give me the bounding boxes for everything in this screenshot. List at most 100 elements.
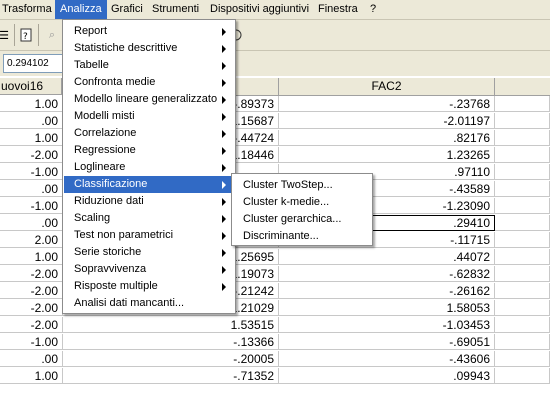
menu-item[interactable]: Sopravvivenza	[64, 261, 234, 278]
table-cell[interactable]	[495, 215, 550, 231]
table-cell[interactable]: 1.00	[0, 249, 63, 265]
menu-item[interactable]: Classificazione	[64, 176, 234, 193]
table-cell[interactable]: -2.00	[0, 300, 63, 316]
table-cell[interactable]: -1.00	[0, 198, 63, 214]
menu-item[interactable]: Test non parametrici	[64, 227, 234, 244]
table-cell[interactable]: 1.23265	[279, 147, 495, 163]
menu-item-label: Correlazione	[74, 127, 137, 139]
table-cell[interactable]: .00	[0, 215, 63, 231]
menu-item[interactable]: Correlazione	[64, 125, 234, 142]
menu-grafici[interactable]: Grafici	[106, 0, 148, 19]
table-cell[interactable]	[495, 334, 550, 350]
menu-item[interactable]: Risposte multiple	[64, 278, 234, 295]
submenu-arrow-icon	[222, 249, 226, 257]
table-cell[interactable]: -.43606	[279, 351, 495, 367]
menu-item-label: Modelli misti	[74, 110, 135, 122]
table-cell[interactable]	[495, 351, 550, 367]
table-cell[interactable]	[495, 181, 550, 197]
table-cell[interactable]: -2.00	[0, 147, 63, 163]
table-cell[interactable]: -.62832	[279, 266, 495, 282]
menu-item[interactable]: Riduzione dati	[64, 193, 234, 210]
menu-item-label: Tabelle	[74, 59, 109, 71]
menu-item[interactable]: Regressione	[64, 142, 234, 159]
table-cell[interactable]: -.26162	[279, 283, 495, 299]
submenu-item[interactable]: Cluster TwoStep...	[233, 177, 371, 194]
table-cell[interactable]: 1.00	[0, 130, 63, 146]
menu-help[interactable]: ?	[365, 0, 381, 19]
list-icon[interactable]: ☰	[0, 25, 14, 45]
table-cell[interactable]: -.20005	[63, 351, 279, 367]
table-cell[interactable]	[495, 300, 550, 316]
table-cell[interactable]	[495, 113, 550, 129]
menu-finestra[interactable]: Finestra	[313, 0, 363, 19]
table-cell[interactable]	[495, 266, 550, 282]
menu-dispositivi-aggiuntivi[interactable]: Dispositivi aggiuntivi	[205, 0, 314, 19]
table-cell[interactable]	[495, 147, 550, 163]
find-icon[interactable]: ⌕	[42, 25, 62, 45]
table-cell[interactable]	[495, 96, 550, 112]
menu-item[interactable]: Statistiche descrittive	[64, 40, 234, 57]
table-cell[interactable]: -1.00	[0, 164, 63, 180]
menu-trasforma[interactable]: Trasforma	[0, 0, 57, 19]
table-cell[interactable]: 1.00	[0, 96, 63, 112]
menu-strumenti[interactable]: Strumenti	[147, 0, 204, 19]
menu-item-label: Modello lineare generalizzato	[74, 93, 218, 105]
table-cell[interactable]: -2.01197	[279, 113, 495, 129]
menu-item-label: Sopravvivenza	[74, 263, 147, 275]
table-cell[interactable]: -.23768	[279, 96, 495, 112]
table-cell[interactable]: -1.03453	[279, 317, 495, 333]
table-cell[interactable]	[495, 130, 550, 146]
submenu-arrow-icon	[222, 147, 226, 155]
table-cell[interactable]: .82176	[279, 130, 495, 146]
table-cell[interactable]: .00	[0, 181, 63, 197]
submenu-arrow-icon	[222, 113, 226, 121]
submenu-item[interactable]: Cluster gerarchica...	[233, 211, 371, 228]
table-cell[interactable]: -.69051	[279, 334, 495, 350]
menu-analizza[interactable]: Analizza	[55, 0, 107, 19]
menu-item[interactable]: Analisi dati mancanti...	[64, 295, 234, 312]
table-cell[interactable]: .00	[0, 113, 63, 129]
submenu-item[interactable]: Cluster k-medie...	[233, 194, 371, 211]
table-cell[interactable]	[495, 249, 550, 265]
table-row: .00 -.20005 -.43606	[0, 351, 550, 368]
table-cell[interactable]: -.71352	[63, 368, 279, 384]
menu-item[interactable]: Report	[64, 23, 234, 40]
toolbar-separator	[14, 24, 15, 46]
table-cell[interactable]: .00	[0, 351, 63, 367]
column-header[interactable]: FAC2	[279, 78, 495, 96]
table-cell[interactable]: 1.53515	[63, 317, 279, 333]
menu-item[interactable]: Modello lineare generalizzato	[64, 91, 234, 108]
menu-item[interactable]: Modelli misti	[64, 108, 234, 125]
table-cell[interactable]: -2.00	[0, 317, 63, 333]
classificazione-submenu: Cluster TwoStep... Cluster k-medie... Clus…	[231, 173, 373, 246]
table-cell[interactable]: 1.58053	[279, 300, 495, 316]
column-header[interactable]	[495, 78, 550, 96]
table-cell[interactable]	[495, 232, 550, 248]
table-cell[interactable]: -2.00	[0, 283, 63, 299]
table-cell[interactable]	[495, 198, 550, 214]
menu-item-label: Risposte multiple	[74, 280, 158, 292]
table-cell[interactable]	[495, 164, 550, 180]
table-cell[interactable]: 1.00	[0, 368, 63, 384]
submenu-item[interactable]: Discriminante...	[233, 228, 371, 245]
table-cell[interactable]	[495, 283, 550, 299]
table-cell[interactable]	[495, 317, 550, 333]
table-cell[interactable]	[495, 368, 550, 384]
menu-item[interactable]: Serie storiche	[64, 244, 234, 261]
table-cell[interactable]: -1.00	[0, 334, 63, 350]
table-cell[interactable]: .44072	[279, 249, 495, 265]
table-row: 1.00 -.71352.09943	[0, 368, 550, 385]
menu-item[interactable]: Confronta medie	[64, 74, 234, 91]
cell-value-field[interactable]: 0.294102	[3, 54, 66, 73]
menu-item[interactable]: Tabelle	[64, 57, 234, 74]
table-cell[interactable]: -.13366	[63, 334, 279, 350]
column-header[interactable]: uovoi16	[0, 78, 62, 95]
table-cell[interactable]: -2.00	[0, 266, 63, 282]
menu-item[interactable]: Loglineare	[64, 159, 234, 176]
table-cell[interactable]: 2.00	[0, 232, 63, 248]
menu-item[interactable]: Scaling	[64, 210, 234, 227]
table-cell[interactable]: .09943	[279, 368, 495, 384]
submenu-arrow-icon	[222, 45, 226, 53]
variables-icon[interactable]: ?	[17, 25, 37, 45]
menu-item-label: Classificazione	[74, 178, 148, 190]
